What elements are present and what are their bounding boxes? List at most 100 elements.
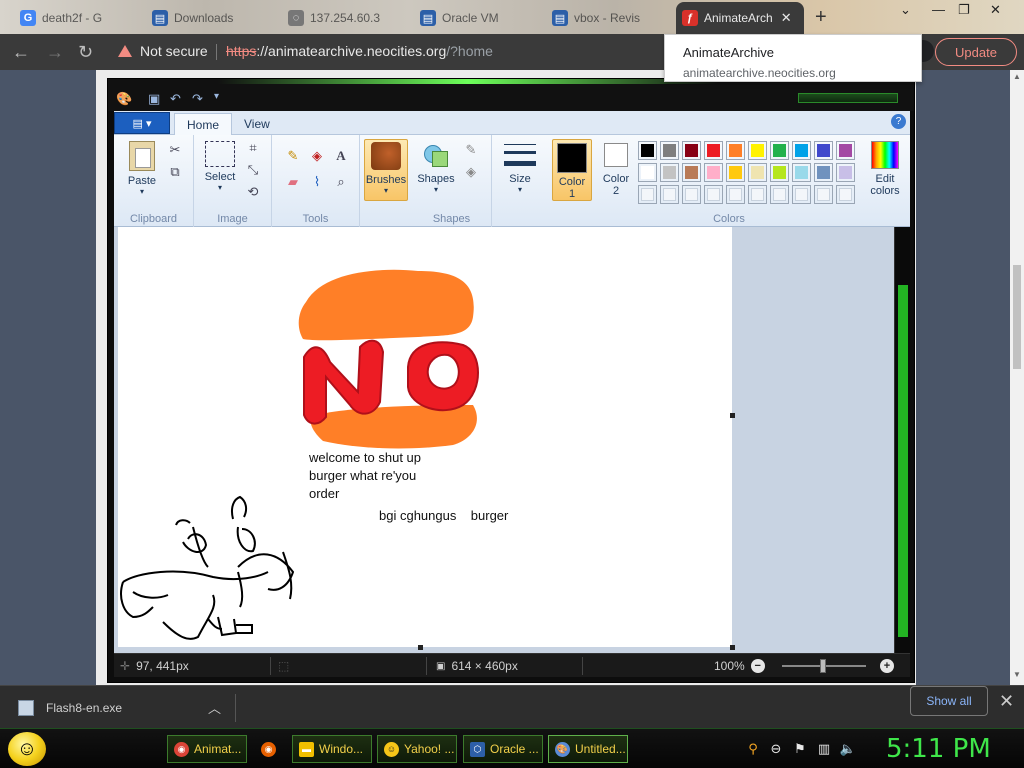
palette-swatch[interactable]: [726, 163, 745, 182]
crop-icon[interactable]: ⌗: [244, 139, 262, 157]
window-controls[interactable]: [798, 93, 898, 103]
reload-icon[interactable]: ↻: [78, 42, 93, 63]
palette-swatch[interactable]: [704, 163, 723, 182]
palette-swatch[interactable]: [726, 185, 745, 204]
palette-swatch[interactable]: [792, 185, 811, 204]
palette-swatch[interactable]: [704, 185, 723, 204]
back-icon[interactable]: ←: [12, 42, 30, 63]
palette-swatch[interactable]: [748, 141, 767, 160]
palette-swatch[interactable]: [682, 185, 701, 204]
edit-colors-button[interactable]: Edit colors: [864, 141, 906, 197]
drawing-canvas[interactable]: welcome to shut up burger what re'you or…: [118, 227, 732, 647]
palette-swatch[interactable]: [814, 141, 833, 160]
close-window-icon[interactable]: ✕: [990, 2, 1001, 18]
palette-swatch[interactable]: [682, 141, 701, 160]
tab-home[interactable]: Home: [174, 113, 233, 135]
zoom-slider[interactable]: [782, 659, 866, 673]
palette-swatch[interactable]: [660, 185, 679, 204]
palette-swatch[interactable]: [748, 163, 767, 182]
security-indicator[interactable]: Not secure: [118, 43, 208, 59]
action-center-icon[interactable]: ⚑: [792, 741, 808, 757]
magnifier-icon[interactable]: ⌕: [332, 173, 350, 191]
canvas-vertical-scrollbar[interactable]: [894, 227, 910, 653]
undo-icon[interactable]: ↶: [170, 91, 181, 107]
canvas-resize-handle-bottom[interactable]: [418, 645, 423, 650]
paste-button[interactable]: Paste ▾: [122, 141, 162, 196]
canvas-scroll-thumb[interactable]: [898, 285, 908, 637]
palette-swatch[interactable]: [660, 141, 679, 160]
palette-swatch[interactable]: [814, 163, 833, 182]
tab-view[interactable]: View: [232, 113, 282, 135]
palette-swatch[interactable]: [836, 141, 855, 160]
search-icon[interactable]: ⚲: [745, 741, 761, 757]
palette-swatch[interactable]: [836, 163, 855, 182]
network-icon[interactable]: ▥: [816, 741, 832, 757]
taskbar-item-yahoo[interactable]: ☺ Yahoo! ...: [377, 735, 457, 763]
forward-icon[interactable]: →: [46, 42, 64, 63]
outline-icon[interactable]: ✎: [462, 141, 480, 159]
chevron-down-icon[interactable]: ⌄: [900, 2, 911, 18]
taskbar-item-firefox[interactable]: ◉: [255, 735, 285, 763]
page-scroll-thumb[interactable]: [1013, 265, 1021, 369]
eraser-icon[interactable]: ▰: [284, 173, 302, 191]
taskbar-item-chrome[interactable]: ◉ Animat...: [167, 735, 247, 763]
minimize-icon[interactable]: —: [932, 2, 945, 17]
close-tab-icon[interactable]: ✕: [781, 10, 792, 26]
brushes-button[interactable]: Brushes ▾: [364, 139, 408, 201]
update-button[interactable]: Update: [935, 38, 1017, 66]
taskbar-item-explorer[interactable]: ▬ Windo...: [292, 735, 372, 763]
scroll-up-icon[interactable]: ▲: [1013, 72, 1021, 81]
page-scrollbar[interactable]: ▲ ▼: [1010, 70, 1024, 685]
shapes-button[interactable]: Shapes ▾: [416, 141, 456, 194]
copy-icon[interactable]: ⧉: [166, 163, 184, 181]
rotate-icon[interactable]: ⟲: [244, 183, 262, 201]
close-downloads-icon[interactable]: ✕: [999, 691, 1014, 712]
customize-quick-access-icon[interactable]: ▾: [214, 91, 219, 102]
browser-tab-animatearchive[interactable]: ƒ AnimateArch ✕: [676, 2, 804, 34]
text-icon[interactable]: A: [332, 147, 350, 165]
palette-swatch[interactable]: [638, 163, 657, 182]
palette-swatch[interactable]: [792, 163, 811, 182]
paint-menu-button[interactable]: ▤ ▾: [114, 112, 170, 134]
new-tab-icon[interactable]: +: [815, 6, 827, 29]
cut-icon[interactable]: ✂: [166, 141, 184, 159]
zoom-slider-knob[interactable]: [820, 659, 826, 673]
palette-swatch[interactable]: [770, 185, 789, 204]
browser-tab-ip[interactable]: ◌ 137.254.60.3: [282, 4, 408, 32]
help-icon[interactable]: ?: [891, 114, 906, 129]
show-all-button[interactable]: Show all: [910, 686, 988, 716]
browser-tab-downloads[interactable]: ▤ Downloads: [146, 4, 276, 32]
start-button[interactable]: ☺: [8, 732, 46, 766]
palette-swatch[interactable]: [814, 185, 833, 204]
palette-swatch[interactable]: [748, 185, 767, 204]
fill-icon[interactable]: ◈: [308, 147, 326, 165]
scroll-down-icon[interactable]: ▼: [1013, 670, 1021, 679]
zoom-in-icon[interactable]: +: [880, 659, 894, 673]
select-button[interactable]: Select ▾: [200, 141, 240, 192]
restore-icon[interactable]: ❐: [958, 2, 970, 18]
palette-swatch[interactable]: [836, 185, 855, 204]
palette-swatch[interactable]: [770, 163, 789, 182]
zoom-out-icon[interactable]: −: [750, 659, 765, 673]
browser-tab-oracle[interactable]: ▤ Oracle VM: [414, 4, 540, 32]
shape-fill-icon[interactable]: ◈: [462, 163, 480, 181]
palette-swatch[interactable]: [682, 163, 701, 182]
volume-icon[interactable]: 🔈: [840, 741, 856, 757]
system-clock[interactable]: 5:11 PM: [886, 734, 991, 764]
save-icon[interactable]: ▣: [148, 91, 160, 107]
color2-button[interactable]: Color 2: [596, 143, 636, 197]
canvas-resize-handle-corner[interactable]: [730, 645, 735, 650]
palette-swatch[interactable]: [770, 141, 789, 160]
palette-swatch[interactable]: [638, 141, 657, 160]
browser-tab-vbox[interactable]: ▤ vbox - Revis: [546, 4, 672, 32]
redo-icon[interactable]: ↷: [192, 91, 203, 107]
palette-swatch[interactable]: [792, 141, 811, 160]
size-button[interactable]: Size ▾: [500, 141, 540, 194]
canvas-resize-handle-right[interactable]: [730, 413, 735, 418]
palette-swatch[interactable]: [660, 163, 679, 182]
taskbar-item-virtualbox[interactable]: ⬡ Oracle ...: [463, 735, 543, 763]
url-field[interactable]: https://animatearchive.neocities.org/?ho…: [226, 43, 493, 59]
color1-button[interactable]: Color 1: [552, 139, 592, 201]
taskbar-item-paint[interactable]: 🎨 Untitled...: [548, 735, 628, 763]
pencil-icon[interactable]: ✎: [284, 147, 302, 165]
